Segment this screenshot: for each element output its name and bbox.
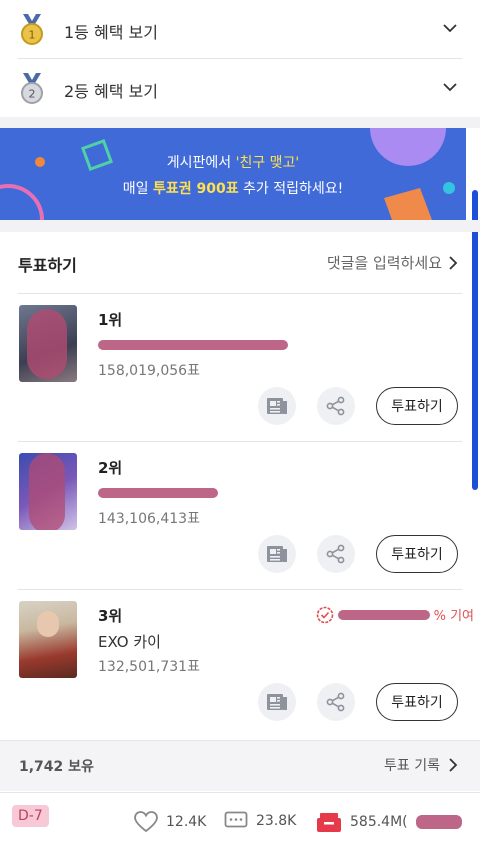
section-gap [0, 117, 480, 128]
benefit-label: 2등 혜택 보기 [64, 82, 158, 101]
banner-line-2: 매일 투표권 900표 추가 적립하세요! [122, 181, 344, 197]
comment-count: 23.8K [256, 813, 297, 829]
benefit-row-first[interactable]: 1 1등 혜택 보기 [0, 0, 480, 58]
profile-card-button[interactable] [258, 683, 296, 721]
share-icon [326, 544, 345, 564]
rank-label: 3위 [98, 607, 123, 625]
vote-box-icon [317, 813, 341, 832]
verified-badge-icon [316, 606, 333, 623]
comment-input-link[interactable]: 댓글을 입력하세요 [327, 252, 458, 273]
artist-name [98, 483, 218, 501]
vote-button[interactable]: 투표하기 [376, 535, 458, 573]
medal-number: 2 [29, 88, 36, 101]
dday-badge: D-7 [12, 805, 49, 827]
profile-card-button[interactable] [258, 535, 296, 573]
artist-photo[interactable] [19, 601, 77, 678]
chevron-down-icon[interactable] [442, 20, 458, 36]
like-count: 12.4K [166, 814, 207, 830]
vote-count: 158,019,056표 [98, 363, 200, 379]
vote-history-label: 투표 기록 [384, 758, 440, 774]
comment-link-label: 댓글을 입력하세요 [326, 254, 442, 272]
total-votes-button[interactable]: 585.4M( [316, 811, 462, 833]
chevron-right-icon [449, 758, 458, 772]
benefit-row-second[interactable]: 2 2등 혜택 보기 [0, 59, 480, 117]
stats-bar: D-7 12.4K 23.8K 585.4M( [0, 792, 480, 865]
like-button[interactable]: 12.4K [134, 811, 206, 833]
banner-decoration [0, 128, 455, 220]
vote-section-title: 투표하기 [18, 256, 77, 275]
vote-button[interactable]: 투표하기 [376, 683, 458, 721]
share-icon [326, 396, 345, 416]
gold-medal-icon: 1 [21, 14, 43, 45]
chevron-right-icon [449, 255, 458, 270]
newspaper-icon [267, 398, 287, 414]
total-votes: 585.4M( [350, 814, 408, 830]
vote-balance-bar: 1,742 보유 투표 기록 [0, 740, 480, 791]
profile-card-button[interactable] [258, 387, 296, 425]
ranking-item-1: 1위 158,019,056표 투표하기 [0, 293, 480, 441]
vote-history-link[interactable]: 투표 기록 [384, 755, 458, 775]
rank-label: 2위 [98, 459, 123, 477]
banner-line-1: 게시판에서 '친구 맺고' [166, 155, 300, 171]
share-button[interactable] [317, 535, 355, 573]
rank-label: 1위 [98, 311, 123, 329]
share-button[interactable] [317, 387, 355, 425]
vote-count: 143,106,413표 [98, 511, 200, 527]
benefit-label: 1등 혜택 보기 [64, 23, 158, 42]
medal-number: 1 [29, 29, 36, 42]
share-icon [326, 692, 345, 712]
chevron-down-icon[interactable] [442, 79, 458, 95]
contribution-badge: % 기여 [316, 605, 474, 624]
vote-count: 132,501,731표 [98, 659, 200, 675]
section-gap [0, 220, 480, 232]
comment-icon [224, 811, 248, 828]
newspaper-icon [267, 694, 287, 710]
comment-button[interactable]: 23.8K [224, 811, 296, 831]
contribution-text: % 기여 [433, 609, 474, 624]
friend-promo-banner[interactable]: 게시판에서 '친구 맺고' 매일 투표권 900표 추가 적립하세요! [0, 128, 466, 220]
artist-photo[interactable] [19, 305, 77, 382]
artist-photo[interactable] [19, 453, 77, 530]
artist-name: EXO 카이 [98, 633, 161, 651]
heart-icon [134, 811, 158, 833]
newspaper-icon [267, 546, 287, 562]
silver-medal-icon: 2 [21, 73, 43, 104]
ranking-item-2: 2위 143,106,413표 투표하기 [0, 441, 480, 589]
ranking-item-3: 3위 % 기여 EXO 카이 132,501,731표 투표하기 [0, 589, 480, 737]
owned-votes: 1,742 보유 [19, 759, 94, 775]
artist-name [98, 335, 288, 353]
share-button[interactable] [317, 683, 355, 721]
vote-button[interactable]: 투표하기 [376, 387, 458, 425]
